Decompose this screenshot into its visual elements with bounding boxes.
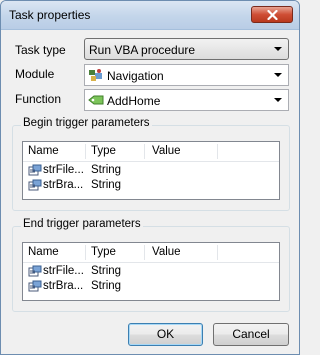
param-name: strBra... [43, 179, 84, 191]
begin-params-list[interactable]: Name Type Value strFile... String strBra… [22, 141, 280, 200]
end-trigger-group: End trigger parameters Name Type Value s… [12, 218, 290, 312]
column-header-name[interactable]: Name [28, 246, 59, 258]
table-row[interactable]: strBra... String [23, 279, 279, 294]
parameter-icon [28, 280, 42, 292]
column-header-name[interactable]: Name [28, 145, 59, 157]
function-icon [88, 95, 104, 105]
function-label: Function [15, 92, 62, 106]
module-icon [89, 69, 102, 81]
param-type: String [91, 164, 122, 176]
task-type-dropdown[interactable]: Run VBA procedure [84, 38, 289, 60]
module-dropdown[interactable]: Navigation [84, 64, 289, 86]
param-type: String [91, 280, 122, 292]
dialog-title: Task properties [9, 8, 91, 22]
param-name: strFile... [43, 164, 84, 176]
param-name: strBra... [43, 280, 84, 292]
table-row[interactable]: strFile... String [23, 264, 279, 279]
function-dropdown[interactable]: AddHome [84, 89, 289, 111]
module-label: Module [15, 67, 55, 81]
task-type-label: Task type [15, 43, 66, 57]
close-button[interactable] [251, 6, 293, 23]
param-type: String [91, 265, 122, 277]
param-type: String [91, 179, 122, 191]
task-properties-dialog: Task properties Task type Run VBA proced… [0, 0, 300, 355]
ok-button[interactable]: OK [128, 323, 203, 346]
begin-params-header: Name Type Value [23, 142, 279, 162]
parameter-icon [28, 164, 42, 176]
chevron-down-icon [274, 47, 282, 51]
module-value: Navigation [107, 69, 164, 83]
chevron-down-icon [274, 98, 282, 102]
table-row[interactable]: strFile... String [23, 163, 279, 178]
chevron-down-icon [274, 73, 282, 77]
begin-trigger-group: Begin trigger parameters Name Type Value… [12, 117, 290, 211]
title-bar: Task properties [1, 1, 299, 30]
end-trigger-title: End trigger parameters [21, 218, 143, 230]
column-header-value[interactable]: Value [152, 145, 181, 157]
parameter-icon [28, 265, 42, 277]
column-header-value[interactable]: Value [152, 246, 181, 258]
close-icon [267, 10, 278, 20]
end-params-list[interactable]: Name Type Value strFile... String strBra… [22, 242, 280, 301]
parameter-icon [28, 179, 42, 191]
task-type-value: Run VBA procedure [89, 43, 196, 57]
function-value: AddHome [107, 94, 161, 108]
end-params-header: Name Type Value [23, 243, 279, 263]
param-name: strFile... [43, 265, 84, 277]
begin-trigger-title: Begin trigger parameters [21, 117, 152, 129]
column-header-type[interactable]: Type [91, 246, 116, 258]
cancel-button[interactable]: Cancel [213, 323, 289, 346]
column-header-type[interactable]: Type [91, 145, 116, 157]
table-row[interactable]: strBra... String [23, 178, 279, 193]
